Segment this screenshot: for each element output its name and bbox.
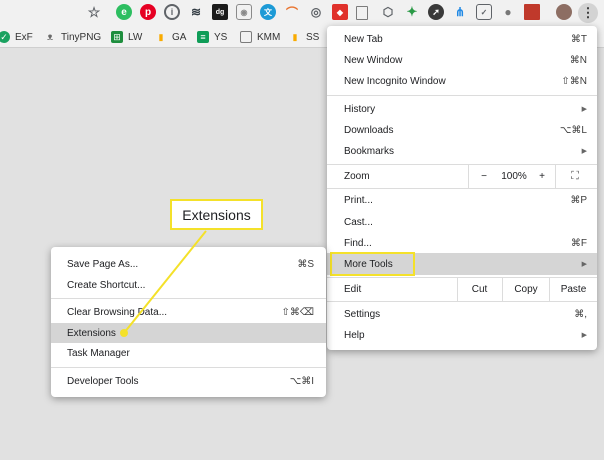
evernote-icon[interactable]: e (116, 4, 132, 20)
submenu-item-extensions[interactable]: Extensions (51, 323, 326, 343)
zoom-divider (555, 164, 556, 188)
browser-toolbar: ☆ e p i ≋ dg ◉ 文 ⌒ ◎ ◆ ⬡ ✦ ➚ ⋔ ✓ ● ⋮ (0, 0, 604, 26)
menu-item-settings[interactable]: Settings ⌘, (327, 305, 597, 323)
bookmark-item[interactable]: ⊞ LW (111, 29, 142, 45)
compass-icon[interactable]: ➚ (428, 4, 444, 20)
avatar-icon[interactable] (556, 4, 572, 20)
callout-label: Extensions (182, 206, 251, 223)
menu-separator (327, 301, 597, 302)
bulb-icon[interactable]: ● (500, 4, 516, 20)
more-tools-submenu: Save Page As... ⌘S Create Shortcut... Cle… (51, 247, 326, 397)
copy-button[interactable]: Copy (503, 280, 549, 298)
menu-item-zoom: Zoom (344, 170, 370, 182)
paste-button[interactable]: Paste (550, 280, 597, 298)
more-tools-highlight (330, 252, 415, 276)
bookmark-item[interactable]: ≡ YS (197, 29, 227, 45)
submenu-item-task-manager[interactable]: Task Manager (51, 344, 326, 362)
menu-item-new-tab[interactable]: New Tab ⌘T (327, 30, 597, 48)
document-icon[interactable] (356, 6, 368, 20)
reader-icon[interactable]: ✦ (404, 4, 420, 20)
menu-separator (327, 188, 597, 189)
menu-separator (51, 298, 326, 299)
paint-icon[interactable]: ⋔ (452, 4, 468, 20)
bookmark-item[interactable]: ▮ GA (155, 29, 187, 45)
buffer-icon[interactable]: ≋ (188, 4, 204, 20)
menu-item-find[interactable]: Find... ⌘F (327, 234, 597, 252)
zoom-out-button[interactable]: − (477, 167, 491, 185)
bookmark-item[interactable]: KMM (240, 29, 280, 45)
cut-button[interactable]: Cut (458, 280, 501, 298)
submenu-item-create-shortcut[interactable]: Create Shortcut... (51, 276, 326, 294)
menu-separator (327, 95, 597, 96)
bookmark-tinypng-icon: ᴥ (46, 31, 54, 43)
rainbow-icon[interactable]: ⌒ (284, 4, 300, 20)
bookmark-item[interactable]: ✓ ExF (0, 29, 33, 45)
fullscreen-icon[interactable]: ⛶ (567, 167, 583, 185)
menu-item-bookmarks[interactable]: Bookmarks ▶ (327, 142, 597, 160)
pinterest-icon[interactable]: p (140, 4, 156, 20)
menu-item-new-incognito[interactable]: New Incognito Window ⇧⌘N (327, 72, 597, 90)
menu-separator (51, 367, 326, 368)
cube-icon[interactable]: ⬡ (380, 4, 396, 20)
menu-item-cast[interactable]: Cast... (327, 213, 597, 231)
star-icon[interactable]: ☆ (86, 4, 102, 20)
submenu-item-clear-browsing-data[interactable]: Clear Browsing Data... ⇧⌘⌫ (51, 303, 326, 321)
submenu-arrow-icon: ▶ (581, 332, 587, 339)
digg-icon[interactable]: dg (212, 4, 228, 20)
submenu-item-save-page[interactable]: Save Page As... ⌘S (51, 255, 326, 273)
bookmark-item[interactable]: ᴥ TinyPNG (44, 29, 101, 45)
submenu-arrow-icon: ▶ (581, 106, 587, 113)
chrome-main-menu: New Tab ⌘T New Window ⌘N New Incognito Win… (327, 26, 597, 350)
translate-icon[interactable]: 文 (260, 4, 276, 20)
bookmark-item[interactable]: ▮ SS (289, 29, 320, 45)
bookmark-exf-icon: ✓ (0, 31, 10, 43)
bookmark-kmm-icon (240, 31, 252, 43)
kebab-menu-icon[interactable]: ⋮ (578, 3, 598, 23)
bookmark-ga-icon: ▮ (158, 31, 164, 42)
bookmark-ys-icon: ≡ (197, 31, 209, 43)
menu-item-print[interactable]: Print... ⌘P (327, 191, 597, 209)
zoom-in-button[interactable]: + (534, 167, 550, 185)
block-icon[interactable] (524, 4, 540, 20)
info-icon[interactable]: i (164, 4, 180, 20)
pocket-icon[interactable]: ✓ (476, 4, 492, 20)
menu-item-downloads[interactable]: Downloads ⌥⌘L (327, 121, 597, 139)
zoom-divider (468, 164, 469, 188)
menu-item-history[interactable]: History ▶ (327, 100, 597, 118)
tag-icon[interactable]: ◆ (332, 4, 348, 20)
submenu-arrow-icon: ▶ (581, 148, 587, 155)
menu-item-help[interactable]: Help ▶ (327, 326, 597, 344)
bookmark-lw-icon: ⊞ (111, 31, 123, 43)
extensions-callout: Extensions (170, 199, 263, 230)
menu-item-new-window[interactable]: New Window ⌘N (327, 51, 597, 69)
camera-icon[interactable]: ◉ (236, 4, 252, 20)
eye-icon[interactable]: ◎ (308, 4, 324, 20)
zoom-level: 100% (501, 170, 527, 182)
submenu-arrow-icon: ▶ (581, 261, 587, 268)
bookmark-ss-icon: ▮ (292, 31, 298, 42)
menu-separator (327, 164, 597, 165)
menu-separator (327, 277, 597, 278)
submenu-item-developer-tools[interactable]: Developer Tools ⌥⌘I (51, 372, 326, 390)
